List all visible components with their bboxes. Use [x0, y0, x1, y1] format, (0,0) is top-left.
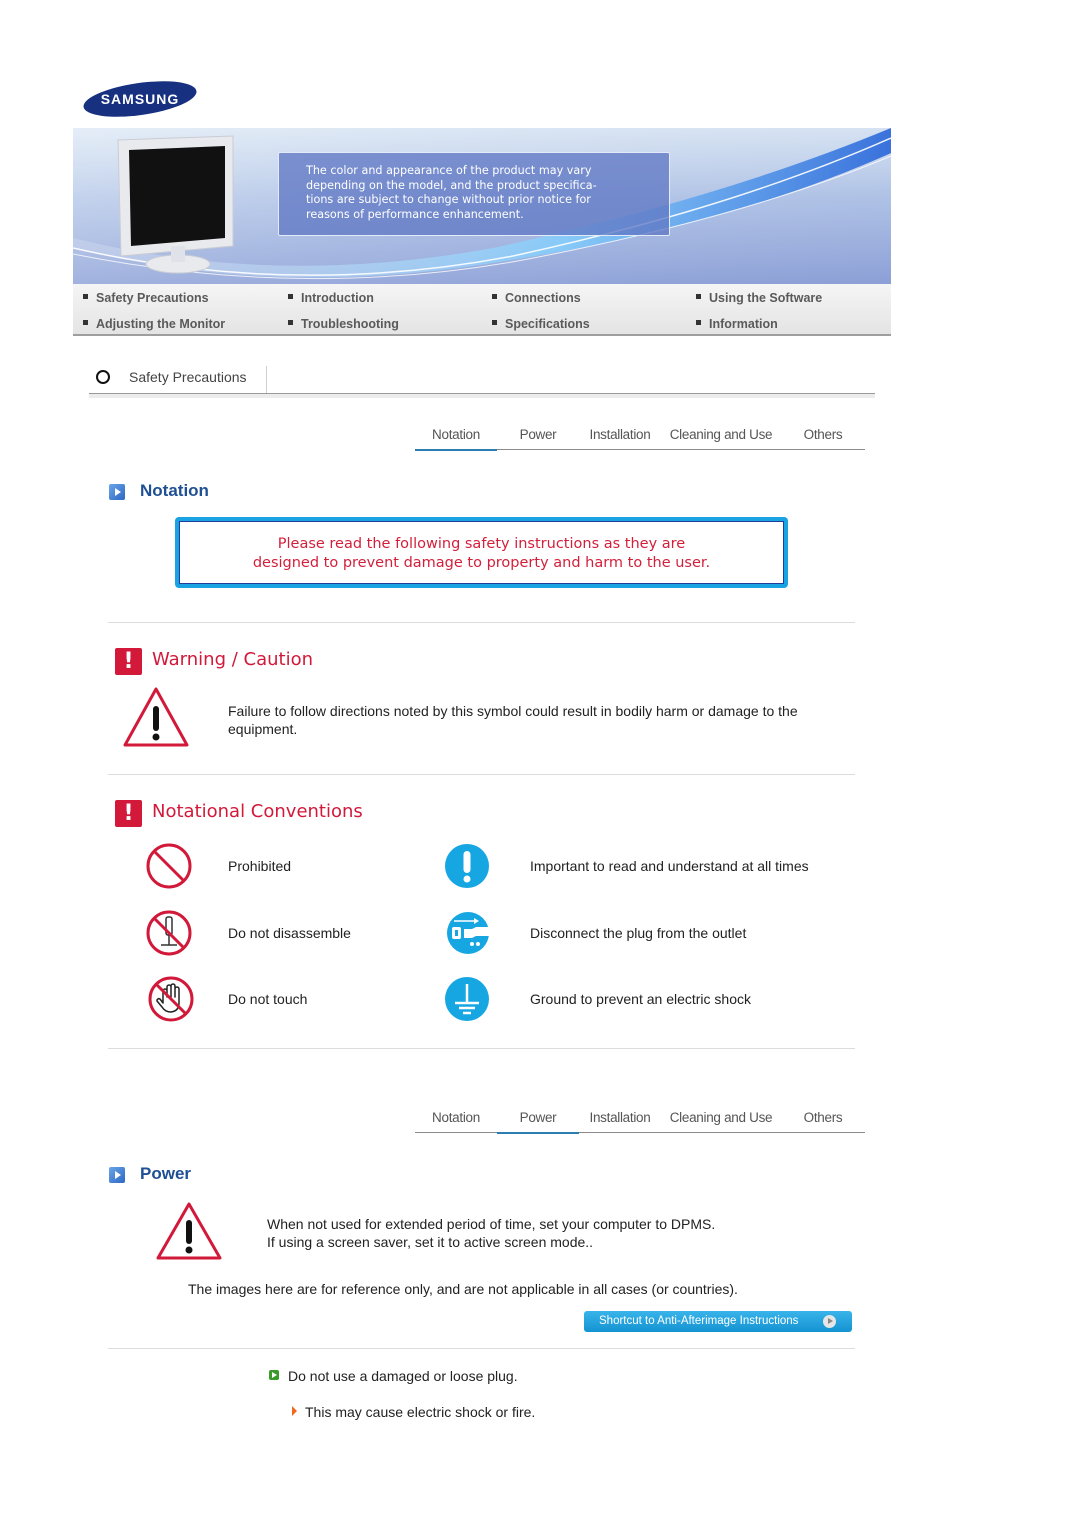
unplug-icon: [446, 910, 492, 961]
important-icon: [444, 843, 490, 894]
tab-notation[interactable]: Notation: [415, 1110, 497, 1132]
convention-label: Do not touch: [228, 991, 308, 1007]
divider: [266, 366, 267, 393]
exclamation-icon: !: [115, 648, 142, 675]
power-item-title: Do not use a damaged or loose plug.: [288, 1368, 518, 1384]
warning-description: Failure to follow directions noted by th…: [228, 703, 798, 737]
play-arrow-icon: [109, 1167, 125, 1183]
nav-label: Information: [709, 317, 778, 331]
notice-line: The color and appearance of the product …: [306, 164, 592, 177]
ground-icon: [444, 976, 490, 1027]
nav-specifications[interactable]: Specifications: [492, 317, 590, 331]
nav-label: Specifications: [505, 317, 590, 331]
tab-installation[interactable]: Installation: [581, 427, 659, 449]
nav-connections[interactable]: Connections: [492, 291, 581, 305]
circle-icon: [96, 370, 110, 384]
tab-cleaning-and-use[interactable]: Cleaning and Use: [665, 427, 777, 449]
tab-power[interactable]: Power: [503, 427, 573, 449]
bullet-icon: [696, 294, 701, 300]
tab-cleaning-and-use[interactable]: Cleaning and Use: [665, 1110, 777, 1132]
heading-text: Notational Conventions: [152, 801, 363, 822]
do-not-touch-icon: [147, 975, 195, 1028]
circle-arrow-icon: [823, 1315, 836, 1328]
title-divider: [89, 393, 875, 398]
tab-others[interactable]: Others: [790, 427, 856, 449]
nav-troubleshooting[interactable]: Troubleshooting: [288, 317, 399, 331]
product-notice-box: The color and appearance of the product …: [278, 152, 670, 236]
notice-line: reasons of performance enhancement.: [306, 207, 524, 221]
notice-line: depending on the model, and the product …: [306, 178, 597, 192]
nav-label: Safety Precautions: [96, 291, 209, 305]
button-label: Shortcut to Anti-Afterimage Instructions: [599, 1315, 799, 1327]
nav-information[interactable]: Information: [696, 317, 778, 331]
notice-line: Please read the following safety instruc…: [277, 536, 686, 552]
tab-notation[interactable]: Notation: [415, 427, 497, 451]
bullet-icon: [696, 320, 701, 326]
bullet-icon: [83, 320, 88, 326]
tab-installation[interactable]: Installation: [581, 1110, 659, 1132]
warning-triangle-icon: [155, 1201, 223, 1266]
warning-triangle-icon: [122, 686, 190, 753]
heading-text: Warning / Caution: [152, 649, 313, 670]
safety-notice-box: Please read the following safety instruc…: [175, 517, 788, 588]
bullet-icon: [83, 294, 88, 300]
prohibited-icon: [145, 842, 193, 895]
nav-label: Using the Software: [709, 291, 823, 305]
nav-introduction[interactable]: Introduction: [288, 291, 374, 305]
warning-line: If using a screen saver, set it to activ…: [267, 1234, 594, 1250]
tab-power[interactable]: Power: [497, 1110, 579, 1134]
section-title: Notation: [140, 481, 209, 500]
nav-label: Connections: [505, 291, 581, 305]
notice-line: designed to prevent damage to property a…: [252, 555, 711, 571]
page-title: Safety Precautions: [129, 369, 247, 385]
convention-label: Important to read and understand at all …: [530, 858, 809, 874]
divider: [108, 1048, 855, 1049]
divider: [108, 774, 855, 775]
green-bullet-icon: [269, 1370, 279, 1380]
convention-label: Disconnect the plug from the outlet: [530, 925, 747, 941]
divider: [108, 622, 855, 623]
reference-note: The images here are for reference only, …: [188, 1281, 738, 1297]
samsung-logo: SAMSUNG: [82, 80, 199, 118]
orange-arrow-icon: [292, 1406, 297, 1416]
nav-adjusting-the-monitor[interactable]: Adjusting the Monitor: [83, 317, 225, 331]
nav-using-the-software[interactable]: Using the Software: [696, 291, 822, 305]
power-warning-text: When not used for extended period of tim…: [267, 1215, 715, 1251]
section-title: Power: [140, 1164, 192, 1183]
nav-safety-precautions[interactable]: Safety Precautions: [83, 291, 209, 305]
exclamation-icon: !: [115, 800, 142, 827]
nav-label: Introduction: [301, 291, 374, 305]
warning-line: When not used for extended period of tim…: [267, 1216, 716, 1232]
anti-afterimage-shortcut-button[interactable]: Shortcut to Anti-Afterimage Instructions: [584, 1311, 852, 1332]
tab-others[interactable]: Others: [790, 1110, 856, 1132]
section-tabs-notation: Notation Power Installation Cleaning and…: [415, 427, 865, 451]
convention-label: Do not disassemble: [228, 925, 351, 941]
bullet-icon: [492, 320, 497, 326]
divider: [108, 1348, 855, 1349]
power-item-detail: This may cause electric shock or fire.: [305, 1404, 536, 1420]
convention-label: Ground to prevent an electric shock: [530, 991, 752, 1007]
play-arrow-icon: [109, 484, 125, 500]
nav-label: Troubleshooting: [301, 317, 399, 331]
do-not-disassemble-icon: [145, 909, 193, 962]
section-tabs-power: Notation Power Installation Cleaning and…: [415, 1110, 865, 1134]
bullet-icon: [288, 294, 293, 300]
nav-label: Adjusting the Monitor: [96, 317, 226, 331]
top-navigation: Safety Precautions Introduction Connecti…: [73, 284, 891, 336]
bullet-icon: [492, 294, 497, 300]
notice-line: tions are subject to change without prio…: [306, 193, 591, 206]
bullet-icon: [288, 320, 293, 326]
logo-text: SAMSUNG: [101, 91, 180, 107]
convention-label: Prohibited: [228, 858, 292, 874]
